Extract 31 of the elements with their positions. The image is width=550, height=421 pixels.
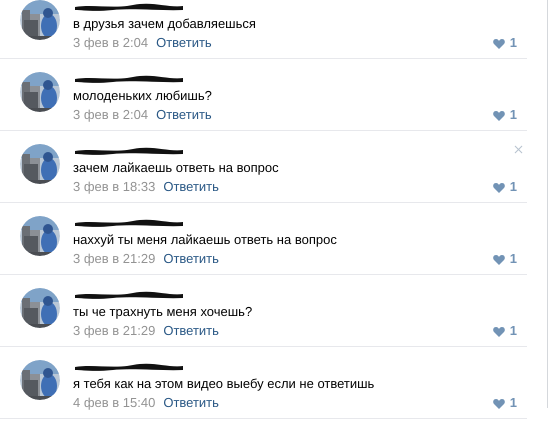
comment-text: в друзья зачем добавляешься (73, 15, 257, 33)
reply-link[interactable]: Ответить (163, 394, 219, 412)
comment-text: ты че трахнуть меня хочешь? (73, 303, 254, 321)
heart-icon (492, 254, 505, 264)
comment-text: молоденьких любишь? (73, 87, 213, 105)
comment-date[interactable]: 3 фев в 21:29 (73, 250, 156, 268)
comment-text: наххуй ты меня лайкаешь ответь на вопрос (73, 231, 338, 249)
heart-icon (492, 38, 505, 48)
reply-link[interactable]: Ответить (156, 106, 212, 124)
close-icon[interactable] (512, 143, 525, 156)
reply-link[interactable]: Ответить (163, 178, 219, 196)
reply-link[interactable]: Ответить (163, 322, 219, 340)
like-count[interactable]: 1 (510, 394, 517, 412)
reply-link[interactable]: Ответить (163, 250, 219, 268)
comment-date[interactable]: 3 фев в 2:04 (73, 34, 148, 52)
comment-date[interactable]: 3 фев в 18:33 (73, 178, 156, 196)
like-count[interactable]: 1 (510, 106, 517, 124)
heart-icon (492, 398, 505, 408)
comment-date[interactable]: 3 фев в 2:04 (73, 106, 148, 124)
like-count[interactable]: 1 (510, 250, 517, 268)
comment-date[interactable]: 4 фев в 15:40 (73, 394, 156, 412)
heart-icon (492, 110, 505, 120)
like-count[interactable]: 1 (510, 178, 517, 196)
comment-text: я тебя как на этом видео выебу если не ответишь (73, 375, 376, 393)
heart-icon (492, 182, 505, 192)
heart-icon (492, 326, 505, 336)
like-count[interactable]: 1 (510, 322, 517, 340)
reply-link[interactable]: Ответить (156, 34, 212, 52)
like-count[interactable]: 1 (510, 34, 517, 52)
comment-date[interactable]: 3 фев в 21:29 (73, 322, 156, 340)
comment-text: зачем лайкаешь ответь на вопрос (73, 159, 280, 177)
